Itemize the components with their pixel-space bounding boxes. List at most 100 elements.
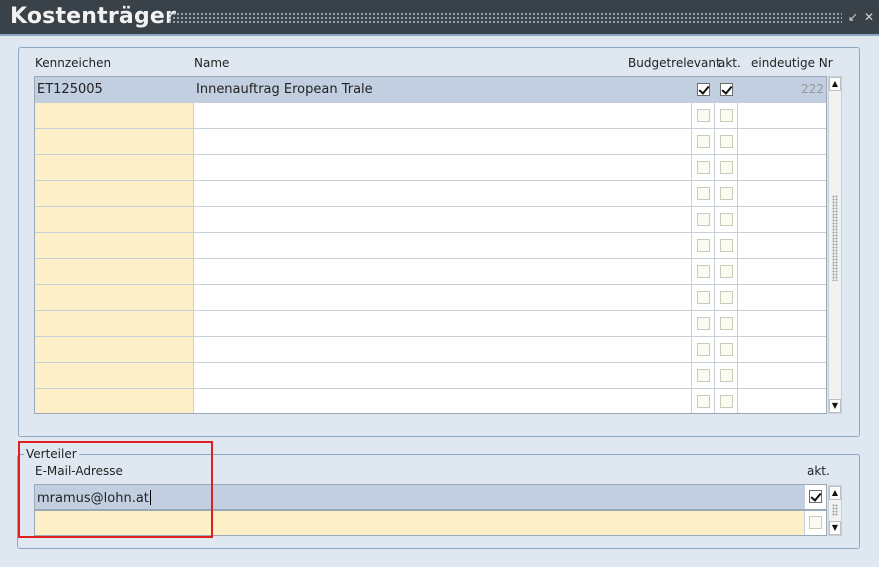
budgetrelevant-cell[interactable]: [692, 363, 715, 388]
akt-cell[interactable]: [715, 207, 738, 232]
eindeutige-nr-cell[interactable]: [738, 259, 826, 284]
eindeutige-nr-cell[interactable]: [738, 155, 826, 180]
budgetrelevant-cell[interactable]: [692, 259, 715, 284]
akt-checkbox[interactable]: [720, 395, 733, 408]
name-cell[interactable]: [194, 207, 692, 232]
table-row[interactable]: [35, 337, 826, 363]
budgetrelevant-cell[interactable]: [692, 337, 715, 362]
akt-checkbox[interactable]: [720, 239, 733, 252]
name-cell[interactable]: [194, 389, 692, 413]
akt-cell[interactable]: [715, 129, 738, 154]
kennzeichen-cell[interactable]: [35, 129, 194, 154]
eindeutige-nr-cell[interactable]: [738, 129, 826, 154]
name-cell[interactable]: [194, 311, 692, 336]
budgetrelevant-checkbox[interactable]: [697, 161, 710, 174]
akt-cell[interactable]: [715, 155, 738, 180]
budgetrelevant-cell[interactable]: [692, 103, 715, 128]
akt-cell[interactable]: [715, 77, 738, 102]
eindeutige-nr-cell[interactable]: [738, 207, 826, 232]
email-akt-cell[interactable]: [804, 485, 826, 509]
akt-checkbox[interactable]: [720, 291, 733, 304]
budgetrelevant-cell[interactable]: [692, 77, 715, 102]
kennzeichen-cell[interactable]: [35, 389, 194, 413]
akt-checkbox[interactable]: [720, 83, 733, 96]
table-row[interactable]: [35, 363, 826, 389]
eindeutige-nr-cell[interactable]: [738, 233, 826, 258]
budgetrelevant-checkbox[interactable]: [697, 395, 710, 408]
budgetrelevant-checkbox[interactable]: [697, 83, 710, 96]
akt-cell[interactable]: [715, 233, 738, 258]
eindeutige-nr-cell[interactable]: [738, 285, 826, 310]
akt-checkbox[interactable]: [720, 343, 733, 356]
name-cell[interactable]: [194, 363, 692, 388]
akt-cell[interactable]: [715, 259, 738, 284]
scroll-up-icon[interactable]: ▲: [829, 486, 841, 500]
kennzeichen-cell[interactable]: [35, 207, 194, 232]
budgetrelevant-cell[interactable]: [692, 389, 715, 413]
titlebar-drag-area[interactable]: [168, 12, 842, 23]
eindeutige-nr-cell[interactable]: [738, 337, 826, 362]
akt-checkbox[interactable]: [720, 135, 733, 148]
table-row[interactable]: ET125005 Innenauftrag Eropean Trale 222: [35, 77, 826, 103]
eindeutige-nr-cell[interactable]: [738, 311, 826, 336]
akt-cell[interactable]: [715, 389, 738, 413]
email-field[interactable]: mramus@lohn.at: [35, 485, 804, 509]
table-row[interactable]: [35, 389, 826, 413]
scrollbar-thumb[interactable]: [832, 504, 838, 516]
kennzeichen-cell[interactable]: [35, 337, 194, 362]
name-cell[interactable]: [194, 155, 692, 180]
akt-cell[interactable]: [715, 285, 738, 310]
akt-checkbox[interactable]: [720, 317, 733, 330]
akt-checkbox[interactable]: [720, 109, 733, 122]
budgetrelevant-checkbox[interactable]: [697, 135, 710, 148]
kennzeichen-cell[interactable]: [35, 103, 194, 128]
budgetrelevant-checkbox[interactable]: [697, 213, 710, 226]
name-cell[interactable]: Innenauftrag Eropean Trale: [194, 77, 692, 102]
table-row[interactable]: [35, 259, 826, 285]
table-row[interactable]: [35, 311, 826, 337]
verteiler-scrollbar[interactable]: ▲ ▼: [828, 485, 842, 536]
email-akt-checkbox[interactable]: [809, 516, 822, 529]
akt-checkbox[interactable]: [720, 369, 733, 382]
email-row[interactable]: mramus@lohn.at: [34, 484, 827, 510]
name-cell[interactable]: [194, 103, 692, 128]
email-akt-checkbox[interactable]: [809, 490, 822, 503]
table-row[interactable]: [35, 155, 826, 181]
table-row[interactable]: [35, 181, 826, 207]
akt-checkbox[interactable]: [720, 187, 733, 200]
eindeutige-nr-cell[interactable]: [738, 389, 826, 413]
akt-checkbox[interactable]: [720, 161, 733, 174]
budgetrelevant-checkbox[interactable]: [697, 187, 710, 200]
minimize-icon[interactable]: ↙: [846, 8, 860, 26]
name-cell[interactable]: [194, 233, 692, 258]
email-row[interactable]: [34, 510, 827, 536]
budgetrelevant-cell[interactable]: [692, 207, 715, 232]
kennzeichen-cell[interactable]: [35, 363, 194, 388]
budgetrelevant-cell[interactable]: [692, 311, 715, 336]
eindeutige-nr-cell[interactable]: [738, 363, 826, 388]
budgetrelevant-checkbox[interactable]: [697, 369, 710, 382]
name-cell[interactable]: [194, 259, 692, 284]
email-akt-cell[interactable]: [804, 511, 826, 535]
eindeutige-nr-cell[interactable]: [738, 103, 826, 128]
kennzeichen-cell[interactable]: [35, 233, 194, 258]
table-row[interactable]: [35, 129, 826, 155]
table-row[interactable]: [35, 233, 826, 259]
scroll-down-icon[interactable]: ▼: [829, 399, 841, 413]
table-row[interactable]: [35, 103, 826, 129]
akt-cell[interactable]: [715, 181, 738, 206]
akt-checkbox[interactable]: [720, 213, 733, 226]
akt-checkbox[interactable]: [720, 265, 733, 278]
table-row[interactable]: [35, 207, 826, 233]
kennzeichen-cell[interactable]: [35, 311, 194, 336]
name-cell[interactable]: [194, 285, 692, 310]
email-field[interactable]: [35, 511, 804, 535]
budgetrelevant-cell[interactable]: [692, 233, 715, 258]
kennzeichen-cell[interactable]: [35, 259, 194, 284]
kennzeichen-cell[interactable]: ET125005: [35, 77, 194, 102]
kostentraeger-scrollbar[interactable]: ▲ ▼: [828, 76, 842, 414]
budgetrelevant-checkbox[interactable]: [697, 291, 710, 304]
scrollbar-thumb[interactable]: [832, 195, 838, 281]
kennzeichen-cell[interactable]: [35, 155, 194, 180]
name-cell[interactable]: [194, 129, 692, 154]
